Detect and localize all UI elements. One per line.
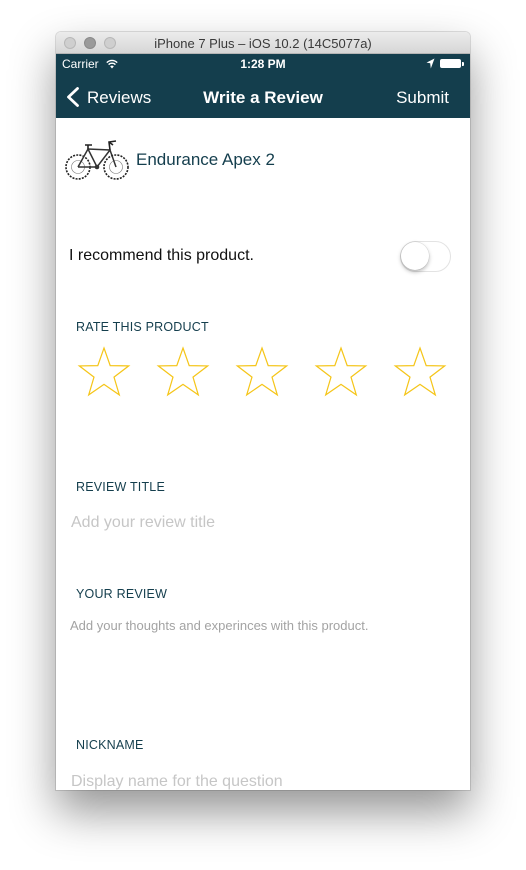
toggle-knob	[401, 242, 429, 270]
star-5-icon[interactable]	[393, 346, 447, 400]
star-3-icon[interactable]	[235, 346, 289, 400]
status-time: 1:28 PM	[240, 57, 286, 71]
review-form: Endurance Apex 2 I recommend this produc…	[56, 118, 470, 790]
nickname-input[interactable]: Display name for the question	[71, 773, 283, 790]
simulator-window: iPhone 7 Plus – iOS 10.2 (14C5077a) Carr…	[56, 32, 470, 790]
review-body-input[interactable]: Add your thoughts and experinces with th…	[70, 618, 368, 633]
location-arrow-icon	[426, 58, 435, 69]
nickname-label: NICKNAME	[76, 738, 144, 752]
star-1-icon[interactable]	[77, 346, 131, 400]
submit-button[interactable]: Submit	[396, 88, 449, 108]
status-bar: Carrier 1:28 PM	[56, 54, 470, 74]
review-title-input[interactable]: Add your review title	[71, 514, 215, 532]
window-titlebar: iPhone 7 Plus – iOS 10.2 (14C5077a)	[56, 32, 470, 54]
star-2-icon[interactable]	[156, 346, 210, 400]
battery-icon	[440, 59, 464, 68]
window-title: iPhone 7 Plus – iOS 10.2 (14C5077a)	[154, 36, 372, 51]
your-review-label: YOUR REVIEW	[76, 587, 168, 601]
recommend-label: I recommend this product.	[69, 247, 254, 264]
recommend-toggle[interactable]	[400, 241, 451, 272]
bicycle-icon	[65, 140, 129, 180]
review-title-label: REVIEW TITLE	[76, 480, 165, 494]
navigation-bar: Reviews Write a Review Submit	[56, 74, 470, 118]
product-name: Endurance Apex 2	[136, 150, 275, 169]
star-4-icon[interactable]	[314, 346, 368, 400]
rate-product-label: RATE THIS PRODUCT	[76, 320, 209, 334]
